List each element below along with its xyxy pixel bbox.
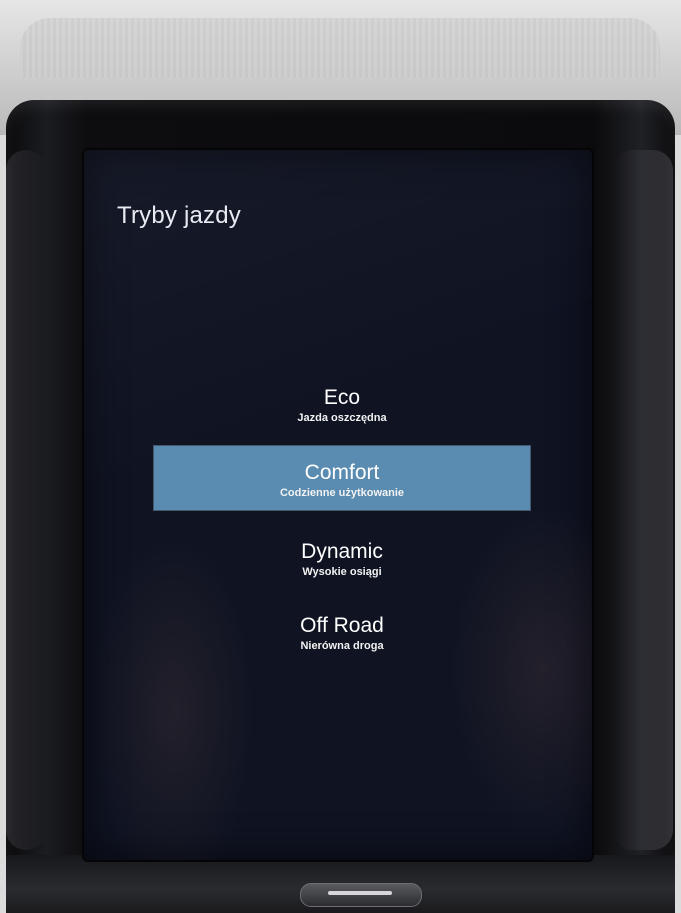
drive-mode-eco[interactable]: Eco Jazda oszczędna: [154, 386, 530, 426]
drive-mode-description: Wysokie osiągi: [302, 566, 382, 578]
bezel-reflection-left: [6, 150, 46, 850]
speaker-grille: [20, 18, 660, 78]
drive-mode-description: Nierówna droga: [300, 640, 384, 652]
bezel-reflection-right: [613, 150, 673, 850]
drive-mode-name: Dynamic: [301, 540, 383, 563]
drive-mode-comfort[interactable]: Comfort Codzienne użytkowanie: [154, 446, 530, 510]
page-title: Tryby jazdy: [117, 202, 242, 229]
drive-mode-name: Off Road: [300, 614, 384, 637]
infotainment-screen: Tryby jazdy Eco Jazda oszczędna Comfort …: [84, 150, 592, 860]
drive-mode-description: Jazda oszczędna: [297, 412, 387, 424]
home-button[interactable]: [300, 883, 422, 907]
drive-mode-name: Comfort: [304, 461, 380, 484]
drive-mode-name: Eco: [323, 386, 361, 409]
drive-mode-dynamic[interactable]: Dynamic Wysokie osiągi: [154, 540, 530, 580]
drive-mode-off-road[interactable]: Off Road Nierówna droga: [154, 614, 530, 654]
drive-mode-description: Codzienne użytkowanie: [279, 487, 405, 499]
home-bar-icon: [328, 891, 392, 895]
